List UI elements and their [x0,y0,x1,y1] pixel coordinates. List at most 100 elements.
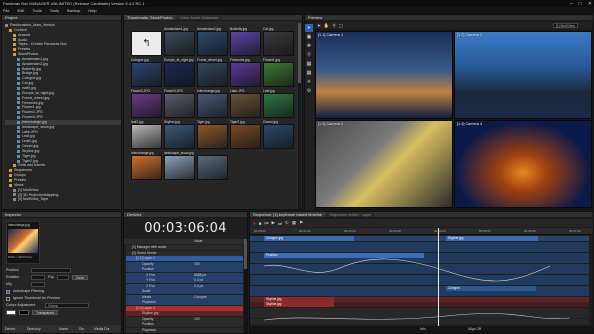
camera-tool-icon[interactable]: ▣ [305,33,313,41]
device-row-value[interactable]: Cologne [194,295,207,300]
device-row[interactable]: Playback [126,327,243,333]
thumbnail[interactable] [197,151,228,182]
minimize-icon[interactable]: – [570,1,573,7]
camera-view[interactable]: [1.2] Camera 2 [454,31,592,119]
devices-scrollbar[interactable] [244,239,247,333]
device-row[interactable]: Playback [126,300,243,305]
device-row[interactable]: [1.1] Layer 1 [126,256,243,261]
swatch-black[interactable] [19,310,29,315]
tab-devices[interactable]: Devices [124,212,145,217]
transparent-button[interactable]: Transparent [32,310,59,315]
device-row[interactable]: Skyline.jpg [126,311,243,316]
thumbnails-scrollbar[interactable] [298,23,301,209]
menu-tools[interactable]: Tools [32,8,41,13]
device-row[interactable]: [1.2] Layer 2 [126,305,243,311]
tab-video-asset-db[interactable]: Video Asset Database [176,15,222,20]
timeline-ruler[interactable]: 00:00:00 00:01:00 00:02:00 00:03:00 00:04:00… [250,228,593,235]
record-icon[interactable]: ● [253,221,256,226]
swatch-white[interactable] [6,310,16,315]
view-select[interactable]: [1] MultiView [552,23,578,28]
thumbnail[interactable]: Interchange.jpg [197,89,228,120]
thumbnail[interactable]: Forest_wheel.jpg [197,58,228,89]
menu-file[interactable]: File [3,8,9,13]
col-media-dur[interactable]: Media Dur [94,327,110,331]
device-row-value[interactable]: 0.0 px [194,284,203,289]
thumbnail[interactable]: Cologne.jpg [131,58,162,89]
flip-field[interactable] [56,275,69,280]
ignore-thumb-checkbox[interactable] [6,296,10,301]
settings-tool-icon[interactable]: ⚙ [305,87,313,95]
position-field[interactable] [31,268,71,273]
device-row[interactable]: Y Pos 0.0 px [126,278,243,283]
tool-zoom-icon[interactable]: ⚲ [332,23,335,29]
thumbnail[interactable]: Fireworks.jpg [230,58,261,89]
grid-tool-icon[interactable]: ▦ [305,69,313,77]
tool-fit-icon[interactable]: ▢ [339,23,343,29]
thumbnail[interactable]: Cat.jpg [263,27,294,58]
device-row[interactable]: [1] Manager with audio [126,245,243,250]
tab-thumbnails[interactable]: Thumbnails: StockPhotos [124,15,176,20]
device-row-value[interactable]: 100 [194,317,200,322]
mip-field[interactable] [31,282,45,287]
tab-sequence[interactable]: Sequence: [1] keyframe based timeline [250,212,326,217]
thumbnail[interactable]: Tiger2.jpg [230,120,261,151]
device-row[interactable]: Position [126,267,243,272]
autoshape-checkbox[interactable] [6,289,10,294]
thumbnail[interactable]: Lake.JPG [230,89,261,120]
camera-view[interactable]: [1.4] Camera 4 [454,120,592,208]
menu-backup[interactable]: Backup [67,8,80,13]
thumbnail[interactable]: landscape_snow.jpg [164,151,195,182]
close-icon[interactable]: ✕ [588,1,592,7]
thumbnail[interactable]: Flower3.JPG [164,89,195,120]
move-tool-icon[interactable]: ✥ [305,42,313,50]
tool-select-icon[interactable]: ➤ [317,23,321,29]
thumbnail[interactable]: Skyline.jpg [164,120,195,151]
thumbnail[interactable]: Flower1.jpg [263,58,294,89]
col-device[interactable]: Device [5,327,21,331]
device-row[interactable]: Opacity 100 [126,316,243,322]
device-row[interactable]: Z Pos 0.0 px [126,283,243,289]
col-dis[interactable]: Dis [79,327,88,331]
thumbnail[interactable]: Tiger.jpg [197,120,228,151]
thumbnail[interactable]: Amsterdam2.jpg [197,27,228,58]
device-row-value[interactable]: 100 [194,262,200,267]
tool-hand-icon[interactable]: ✋ [324,23,330,29]
device-row[interactable]: Media Cologne [126,294,243,300]
thumb-parent-folder[interactable]: ↰ [131,27,162,58]
loop-icon[interactable]: ↻ [285,220,289,226]
playhead[interactable] [438,228,439,326]
stop-icon[interactable]: ■ [259,221,262,226]
rotation-field[interactable] [31,275,45,280]
device-row-value[interactable]: 8888 px [194,273,206,278]
device-row[interactable]: Opacity 100 [126,261,243,267]
col-directory[interactable]: Directory [27,327,53,331]
cursor-tool-icon[interactable]: ➤ [305,24,313,32]
colour-select[interactable]: Clamp [45,303,89,308]
keyframe-curve[interactable] [250,236,589,326]
device-row[interactable]: [2] Guest Server [126,250,243,256]
snap-icon[interactable]: ▦ [292,220,296,226]
marker-icon[interactable]: ⚑ [299,220,303,226]
thumbnail[interactable]: Amsterdam1.jpg [164,27,195,58]
back-icon[interactable]: ⏮ [264,221,268,226]
thumbnail[interactable]: Interchange.jpg [131,151,162,182]
forward-icon[interactable]: ⏭ [278,221,282,226]
device-row[interactable]: Position [126,322,243,327]
device-row[interactable]: X Pos 8888 px [126,272,243,278]
maximize-icon[interactable]: □ [579,1,582,7]
col-name[interactable]: Name [59,327,73,331]
zoom-tool-icon[interactable]: ⚲ [305,51,313,59]
light-tool-icon[interactable]: ☀ [305,78,313,86]
menu-help[interactable]: Help [88,8,96,13]
menu-edit[interactable]: Edit [17,8,24,13]
thumbnail[interactable]: Europe_at_night.jpg [164,58,195,89]
menu-tools-2[interactable]: Tools [50,8,59,13]
clear-button[interactable]: Clear [71,275,88,280]
thumbnail[interactable]: leaf2.jpg [131,120,162,151]
camera-view[interactable]: [1.3] Camera 3 [315,120,453,208]
crop-tool-icon[interactable]: ▦ [305,60,313,68]
tab-sequence-editor[interactable]: Sequence editor / Layer [326,212,375,217]
thumbnail[interactable]: Leaf.jpg [263,89,294,120]
device-row-value[interactable]: 0.0 px [194,278,203,283]
thumbnail[interactable]: Ocean.jpg [263,120,294,151]
